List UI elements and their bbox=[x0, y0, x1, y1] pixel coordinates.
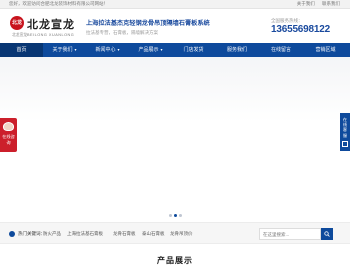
nav-item-label: 新闻中心 bbox=[95, 47, 116, 53]
top-links: 关于我们 联系我们 bbox=[291, 1, 340, 7]
search-button[interactable] bbox=[321, 228, 333, 240]
welcome-text: 您好，欢迎访问合肥北龙装饰材料有限公司网站！ bbox=[9, 1, 108, 6]
hero-banner[interactable] bbox=[0, 57, 350, 220]
nav-item-home[interactable]: 首页 bbox=[0, 43, 43, 57]
hot-keyword-link[interactable]: 上海拉法基石膏板 bbox=[67, 231, 103, 237]
logo-name: 北龙宣龙 bbox=[27, 18, 75, 31]
banner-dot[interactable] bbox=[179, 214, 182, 217]
banner-pagination bbox=[168, 214, 183, 218]
nav-item-label: 营销区域 bbox=[315, 47, 336, 53]
nav-item-about[interactable]: 关于我们 ▾ bbox=[43, 43, 86, 57]
online-consult-label: 在线咨询 bbox=[2, 134, 15, 145]
nav-item-stores[interactable]: 门店发货 bbox=[172, 43, 215, 57]
chevron-down-icon: ▾ bbox=[160, 47, 163, 52]
nav-item-products[interactable]: 产品展示 ▾ bbox=[129, 43, 172, 57]
site-logo[interactable]: 北龙 北龙宣龙 北龙宣龙 BEILONG XUANLONG bbox=[10, 14, 75, 38]
nav-item-regions[interactable]: 营销区域 bbox=[303, 43, 348, 57]
online-service-label: 在线客服 bbox=[342, 117, 348, 138]
header-subslogan: 拉法基专营，石膏板，隔墙解决方案 bbox=[86, 30, 158, 35]
banner-dot[interactable] bbox=[169, 214, 172, 217]
header-slogan: 上海拉法基杰克轻钢龙骨吊顶隔墙石膏板系统 bbox=[86, 20, 210, 27]
search-icon bbox=[324, 231, 330, 237]
top-link-about[interactable]: 关于我们 bbox=[297, 1, 315, 6]
nav-item-label: 在线留言 bbox=[270, 47, 291, 53]
hot-keywords-label: 热门关键词： bbox=[18, 231, 45, 236]
hot-keyword-link[interactable]: 泰山石膏板 bbox=[142, 231, 165, 237]
online-consult-float[interactable]: 在线咨询 bbox=[0, 118, 17, 152]
chevron-down-icon: ▾ bbox=[74, 47, 77, 52]
fire-icon bbox=[9, 231, 15, 237]
nav-item-label: 关于我们 bbox=[52, 47, 73, 53]
section-title-products: 产品展示 bbox=[157, 256, 193, 265]
banner-dot-active[interactable] bbox=[174, 214, 177, 217]
hotline-number: 13655698122 bbox=[271, 24, 330, 35]
nav-item-news[interactable]: 新闻中心 ▾ bbox=[86, 43, 129, 57]
logo-seal-icon: 北龙 bbox=[10, 16, 24, 30]
nav-item-message[interactable]: 在线留言 bbox=[259, 43, 303, 57]
nav-item-label: 门店发货 bbox=[183, 47, 204, 53]
hot-keywords-bar: 热门关键词： 防火产品 上海拉法基石膏板 龙骨石膏板 泰山石膏板 龙骨吊顶价 bbox=[0, 222, 350, 244]
top-link-contact[interactable]: 联系我们 bbox=[322, 1, 340, 6]
nav-item-label: 首页 bbox=[16, 47, 27, 53]
nav-item-label: 服务我们 bbox=[226, 47, 247, 53]
top-bar: 您好，欢迎访问合肥北龙装饰材料有限公司网站！ 关于我们 联系我们 bbox=[0, 0, 350, 9]
main-nav: 首页 关于我们 ▾ 新闻中心 ▾ 产品展示 ▾ 门店发货 服务我们 在线留言 营销区域 bbox=[0, 43, 350, 57]
chat-icon bbox=[342, 141, 348, 147]
nav-item-service[interactable]: 服务我们 bbox=[215, 43, 259, 57]
search-input[interactable] bbox=[259, 228, 321, 240]
hot-keyword-link[interactable]: 龙骨吊顶价 bbox=[170, 231, 193, 237]
online-service-float[interactable]: 在线客服 bbox=[340, 113, 350, 151]
avatar bbox=[3, 122, 14, 131]
hot-keyword-link[interactable]: 龙骨石膏板 bbox=[113, 231, 136, 237]
logo-sub: 北龙宣龙 bbox=[12, 33, 28, 37]
chevron-down-icon: ▾ bbox=[117, 47, 120, 52]
hot-keyword-link[interactable]: 防火产品 bbox=[43, 231, 61, 237]
nav-item-label: 产品展示 bbox=[138, 47, 159, 53]
logo-english: BEILONG XUANLONG bbox=[27, 33, 75, 37]
